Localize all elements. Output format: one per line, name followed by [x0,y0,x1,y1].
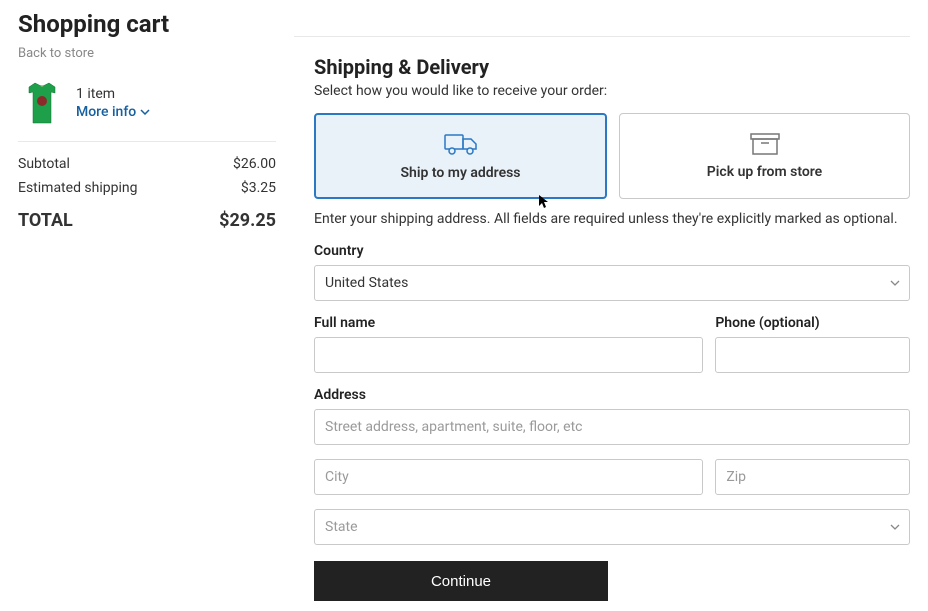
total-value: $29.25 [219,210,276,231]
ship-option-label: Ship to my address [401,165,521,181]
more-info-label: More info [76,104,136,120]
shipping-section: Shipping & Delivery Select how you would… [294,36,910,601]
phone-label: Phone (optional) [715,315,910,331]
state-select[interactable]: State [314,509,910,545]
truck-icon [443,131,479,157]
pickup-option[interactable]: Pick up from store [619,113,910,199]
subtotal-value: $26.00 [233,156,276,172]
zip-input[interactable] [715,459,910,495]
pickup-option-label: Pick up from store [707,164,822,180]
total-label: TOTAL [18,210,73,231]
phone-input[interactable] [715,337,910,373]
shipping-value: $3.25 [241,180,276,196]
box-icon [750,132,780,156]
country-select[interactable]: United States [314,265,910,301]
section-title: Shipping & Delivery [314,55,910,79]
shipping-label: Estimated shipping [18,180,138,196]
section-subtitle: Select how you would like to receive you… [314,83,910,99]
item-count: 1 item [76,86,150,102]
fullname-input[interactable] [314,337,703,373]
chevron-down-icon [140,109,150,115]
address-label: Address [314,387,910,403]
cart-summary: Subtotal $26.00 Estimated shipping $3.25… [18,142,276,235]
back-to-store-link[interactable]: Back to store [18,46,94,61]
street-input[interactable] [314,409,910,445]
product-thumbnail [18,79,66,127]
more-info-link[interactable]: More info [76,104,150,120]
cart-sidebar: Shopping cart Back to store 1 item More … [18,10,294,601]
ship-option[interactable]: Ship to my address [314,113,607,199]
subtotal-label: Subtotal [18,156,70,172]
cart-item: 1 item More info [18,71,276,142]
fullname-label: Full name [314,315,703,331]
cart-title: Shopping cart [18,10,276,38]
shipping-desc: Enter your shipping address. All fields … [314,211,910,227]
country-label: Country [314,243,910,259]
continue-button[interactable]: Continue [314,561,608,601]
city-input[interactable] [314,459,703,495]
